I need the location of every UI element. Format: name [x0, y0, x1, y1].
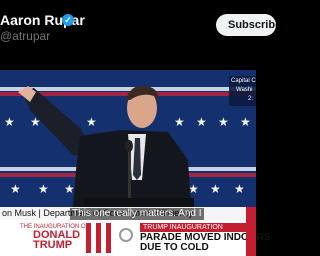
subscribe-button[interactable]: Subscribe [216, 14, 276, 36]
tweet-author-header: Aaron Rupar ✓ @atrupar Subscribe [0, 0, 276, 70]
author-handle[interactable]: @atrupar [0, 29, 50, 43]
inauguration-name-2: TRUMP [33, 239, 73, 251]
verified-badge-icon: ✓ [62, 14, 74, 26]
network-corner-graphic [246, 207, 256, 256]
closed-caption: This one really matters. And I [70, 208, 204, 220]
ticker-tag: TRUMP INAUGURATION [140, 223, 246, 232]
network-logo-icon [119, 228, 133, 242]
flag-stripe-graphic [86, 223, 116, 253]
inauguration-big-text: DONALD TRUMP [33, 230, 80, 251]
